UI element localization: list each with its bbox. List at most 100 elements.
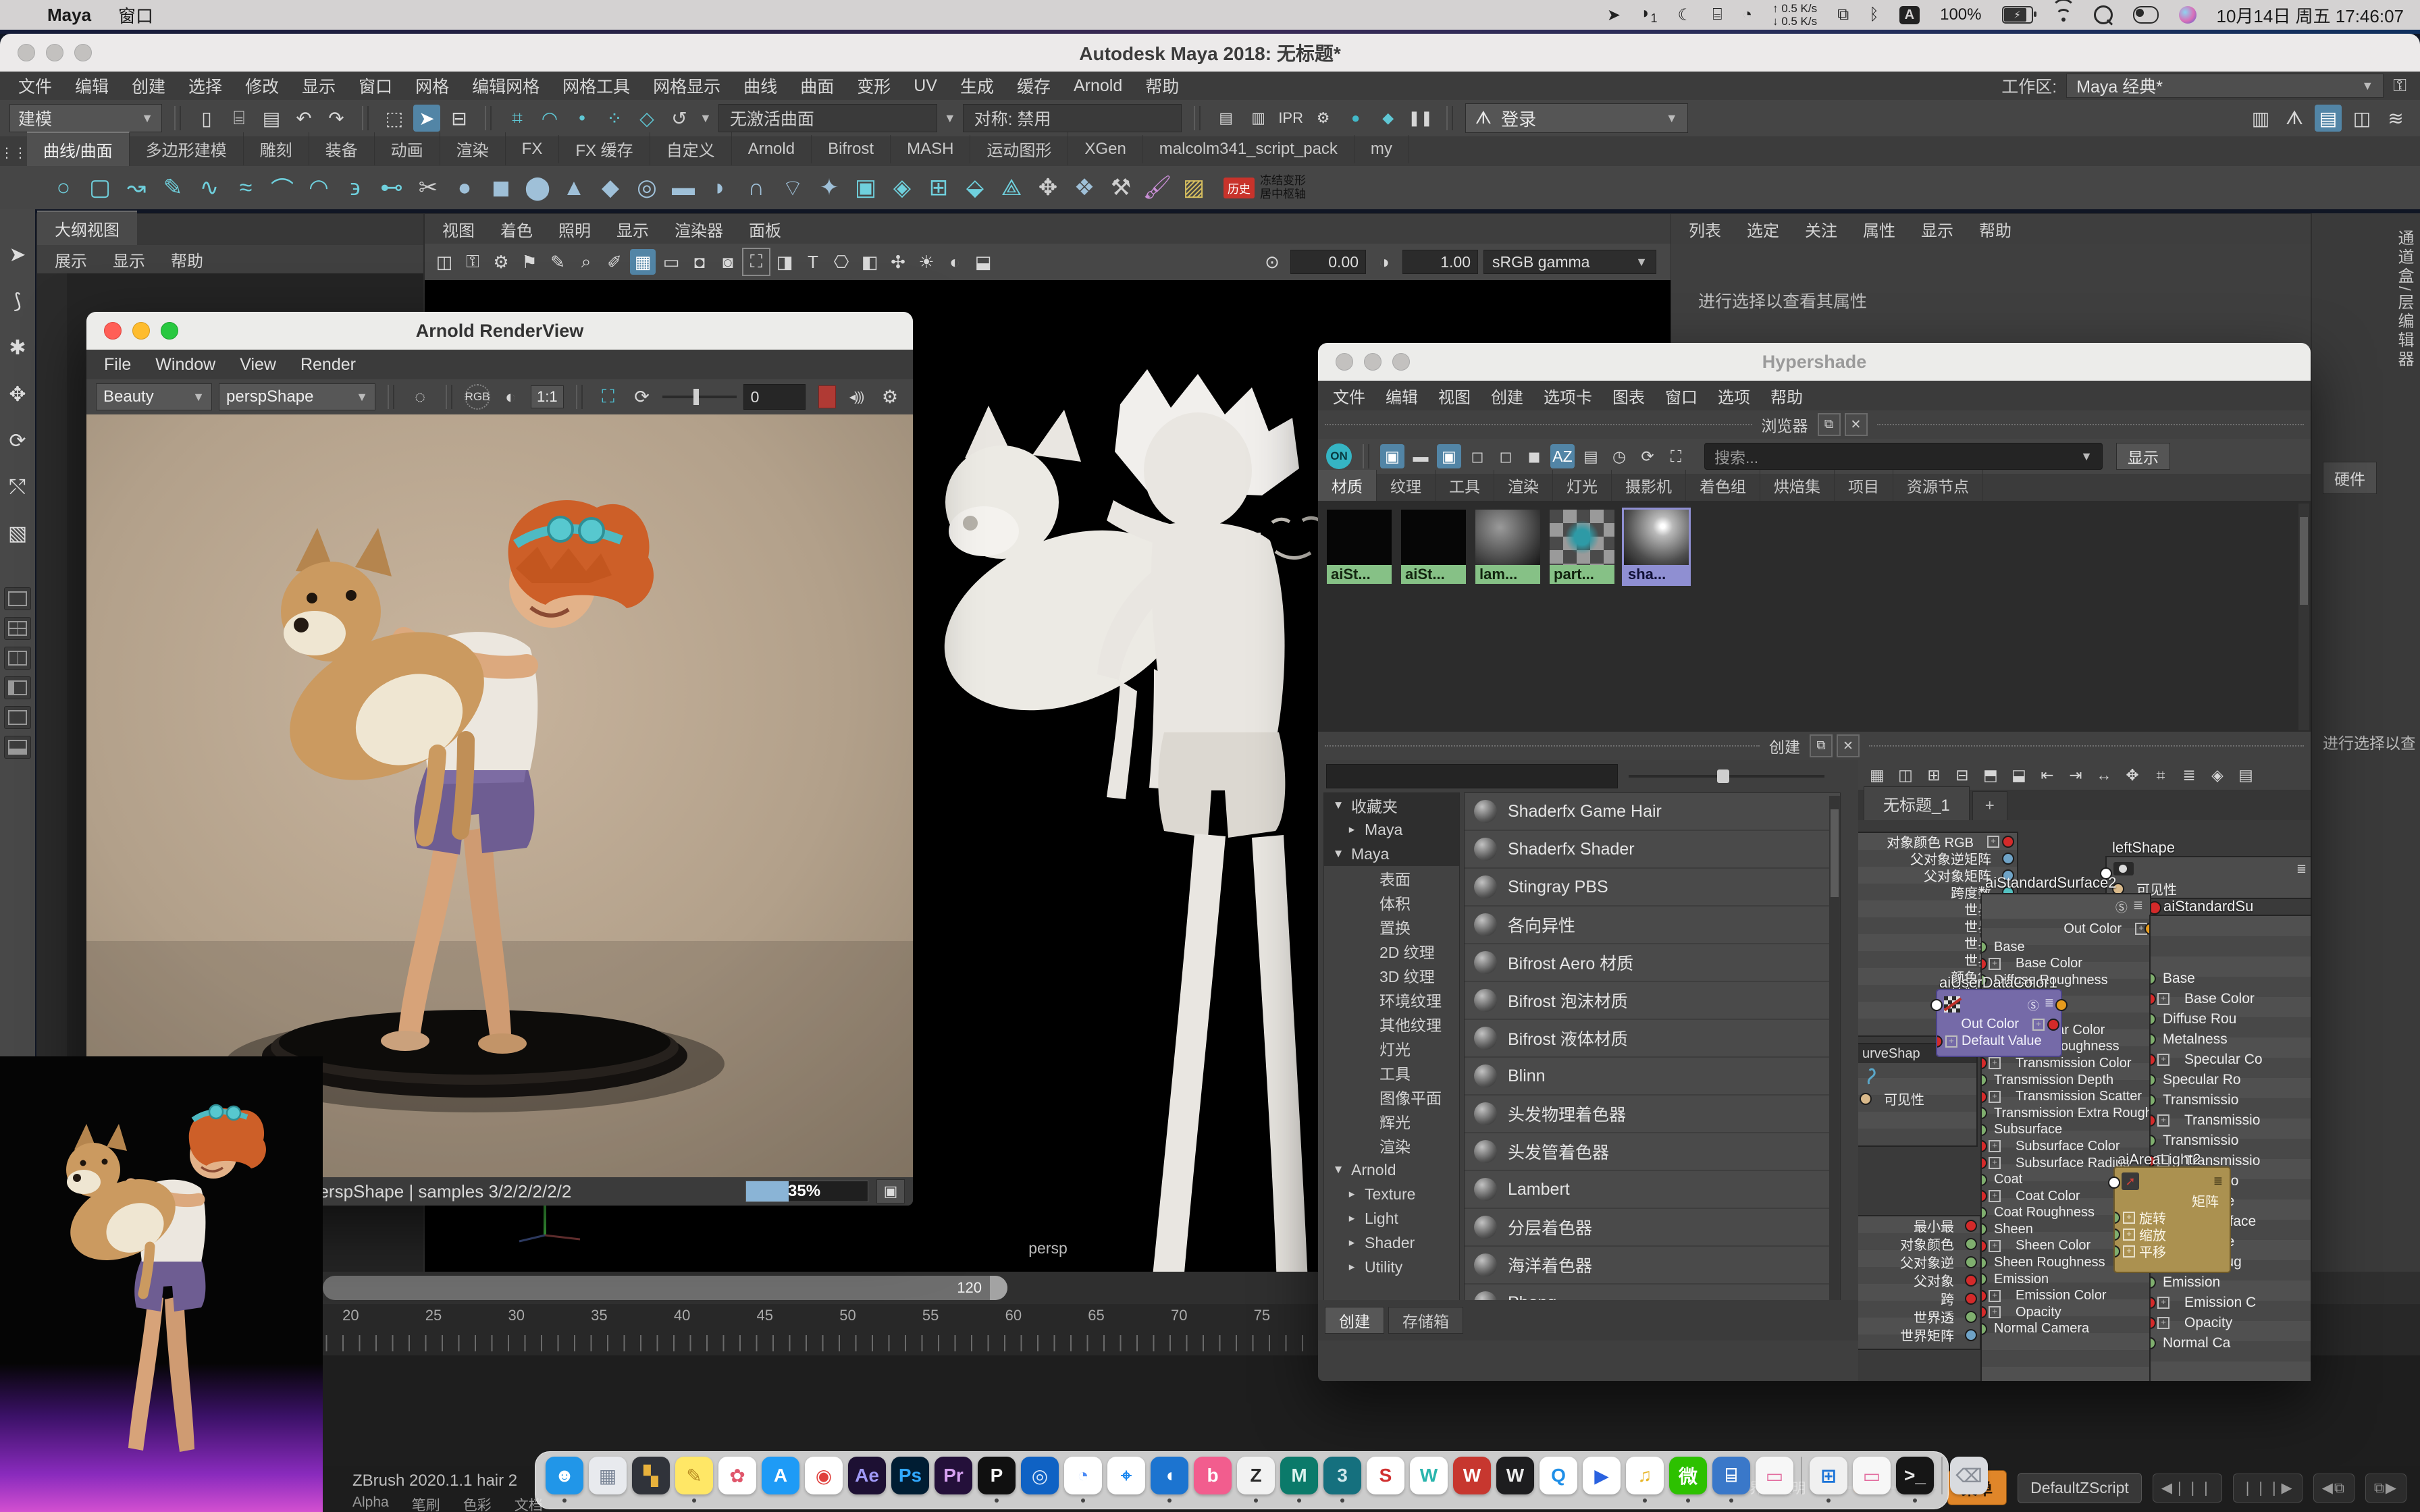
- zbrush-canvas[interactable]: [0, 1056, 323, 1512]
- dock-app-icon[interactable]: Z: [1237, 1457, 1275, 1494]
- dock-app-icon[interactable]: ✎: [675, 1457, 713, 1494]
- panel-toggle-icon[interactable]: ▤: [2315, 105, 2342, 132]
- attr-port[interactable]: [2002, 853, 2014, 865]
- dock-item[interactable]: ▦: [588, 1457, 627, 1504]
- create-tree-row[interactable]: 体积: [1324, 890, 1459, 915]
- dock-app-icon[interactable]: ◖: [1151, 1457, 1188, 1494]
- search-input[interactable]: 搜索...▼: [1704, 443, 2103, 470]
- viewport-menu-item[interactable]: 照明: [558, 217, 591, 241]
- browser-category-tab[interactable]: 材质: [1318, 470, 1377, 501]
- dock-item[interactable]: W: [1409, 1457, 1448, 1504]
- dock-app-icon[interactable]: Pr: [935, 1457, 972, 1494]
- shelf-tool-icon[interactable]: ⟁: [995, 171, 1028, 204]
- scrub-left-button[interactable]: ◀❘❘❘: [2153, 1474, 2222, 1503]
- create-tree-row[interactable]: 收藏夹: [1324, 793, 1459, 817]
- create-tree-row[interactable]: Maya: [1324, 842, 1459, 866]
- dock-item[interactable]: ⌖: [1107, 1457, 1146, 1504]
- shelf-labeled-tool[interactable]: 历史 冻结变形 居中枢轴: [1224, 174, 1306, 201]
- toolbox-tool-icon[interactable]: ✥: [9, 383, 26, 406]
- list-icon[interactable]: ≣: [2133, 898, 2143, 916]
- zbrush-menu-tab[interactable]: 笔刷: [412, 1494, 440, 1512]
- attribute-menu-item[interactable]: 帮助: [1979, 217, 2011, 241]
- render-tool-icon[interactable]: IPR: [1278, 105, 1305, 132]
- browser-filter-icon[interactable]: ◻: [1494, 444, 1518, 468]
- dock-app-icon[interactable]: ▦: [589, 1457, 627, 1494]
- page-forward-button[interactable]: ⧉▶: [2365, 1474, 2406, 1503]
- create-tree-row[interactable]: 3D 纹理: [1324, 963, 1459, 988]
- dock-item[interactable]: b: [1193, 1457, 1232, 1504]
- dock-app-icon[interactable]: [1801, 1457, 1802, 1494]
- maya-menu-item[interactable]: 文件: [7, 74, 63, 98]
- dock-app-icon[interactable]: ✿: [718, 1457, 756, 1494]
- node-editor-tool-icon[interactable]: ≣: [2177, 763, 2201, 787]
- dock-item[interactable]: S: [1366, 1457, 1405, 1504]
- create-node-item[interactable]: 分层着色器: [1465, 1209, 1840, 1247]
- dock-item[interactable]: ▭: [1755, 1457, 1794, 1504]
- dock-item[interactable]: 3: [1323, 1457, 1362, 1504]
- toolbox-tool-icon[interactable]: ▧: [8, 522, 27, 545]
- swatch-size-slider[interactable]: [1629, 775, 1824, 778]
- dock-app-icon[interactable]: 微: [1669, 1457, 1707, 1494]
- viewport-toggle-icon[interactable]: ✣: [885, 249, 911, 275]
- hypershade-menu-item[interactable]: 选项卡: [1544, 384, 1592, 408]
- rgb-channels-icon[interactable]: RGB: [465, 384, 490, 410]
- arnold-menu-item[interactable]: Window: [155, 355, 215, 375]
- shelf-tool-icon[interactable]: ▲: [558, 171, 590, 204]
- arnold-menu-item[interactable]: File: [104, 355, 131, 375]
- create-tree-row[interactable]: Arnold: [1324, 1158, 1459, 1182]
- selection-mask-icon[interactable]: ➤: [413, 105, 440, 132]
- shelf-tab[interactable]: 装备: [309, 132, 375, 165]
- refresh-render-icon[interactable]: ⟳: [629, 383, 656, 410]
- shelf-tool-icon[interactable]: ⊷: [375, 171, 408, 204]
- maya-title-bar[interactable]: Autodesk Maya 2018: 无标题*: [0, 34, 2420, 72]
- float-panel-icon[interactable]: ⧉: [1818, 413, 1841, 436]
- maya-menu-item[interactable]: 编辑: [63, 74, 120, 98]
- file-tool-icon[interactable]: ⌸: [226, 105, 253, 132]
- menu-set-select[interactable]: 建模▼: [9, 104, 162, 132]
- hypershade-menu-item[interactable]: 文件: [1333, 384, 1365, 408]
- viewport-toggle-icon[interactable]: ▭: [658, 249, 684, 275]
- viewport-menu-item[interactable]: 着色: [500, 217, 533, 241]
- shelf-tool-icon[interactable]: ◠: [302, 171, 335, 204]
- shelf-tab[interactable]: 自定义: [650, 132, 732, 165]
- node-editor-tool-icon[interactable]: ⊟: [1950, 763, 1974, 787]
- zscript-button[interactable]: DefaultZScript: [2018, 1473, 2142, 1503]
- out-color-port[interactable]: [2055, 999, 2068, 1011]
- shelf-tab[interactable]: XGen: [1068, 135, 1142, 163]
- browser-filter-icon[interactable]: ◼: [1522, 444, 1546, 468]
- shelf-menu-icon[interactable]: ⋮⋮: [0, 139, 27, 166]
- dock-item[interactable]: P: [977, 1457, 1016, 1504]
- dock-app-icon[interactable]: ♫: [1626, 1457, 1664, 1494]
- swatch-render-on-button[interactable]: ON: [1326, 443, 1352, 469]
- hypershade-menu-item[interactable]: 图表: [1612, 384, 1645, 408]
- attribute-menu-item[interactable]: 关注: [1805, 217, 1837, 241]
- dock-app-icon[interactable]: ⌸: [1712, 1457, 1750, 1494]
- dock-app-icon[interactable]: ⌖: [1107, 1457, 1145, 1494]
- dock-item[interactable]: Pr: [934, 1457, 973, 1504]
- create-node-item[interactable]: 头发管着色器: [1465, 1133, 1840, 1171]
- layout-hypershade-button[interactable]: [4, 736, 31, 759]
- create-tree-row[interactable]: 辉光: [1324, 1109, 1459, 1133]
- menubar-clock[interactable]: 10月14日 周五 17:46:07: [2217, 3, 2404, 28]
- stop-render-swatch[interactable]: [818, 385, 836, 408]
- shelf-tab[interactable]: Arnold: [732, 135, 812, 163]
- dock-app-icon[interactable]: W: [1496, 1457, 1534, 1494]
- dock-app-icon[interactable]: ▭: [1756, 1457, 1793, 1494]
- maya-menu-item[interactable]: 网格显示: [641, 74, 732, 98]
- viewport-toggle-icon[interactable]: ⚿: [460, 249, 485, 275]
- dock-item[interactable]: W: [1452, 1457, 1492, 1504]
- dock-app-icon[interactable]: W: [1410, 1457, 1448, 1494]
- material-swatch[interactable]: lam...: [1473, 508, 1542, 586]
- browser-category-tab[interactable]: 摄影机: [1612, 470, 1686, 501]
- surfacer-node[interactable]: + Base + Base Color: [2149, 915, 2311, 1381]
- gear-icon[interactable]: ⚙: [876, 383, 903, 410]
- shelf-tool-icon[interactable]: ◼: [485, 171, 517, 204]
- zoom-ratio-button[interactable]: 1:1: [531, 385, 564, 408]
- exposure-icon[interactable]: ⊙: [1259, 249, 1285, 275]
- toolbox-tool-icon[interactable]: ⟆: [14, 290, 22, 313]
- dock-app-icon[interactable]: ▭: [1853, 1457, 1891, 1494]
- range-handle[interactable]: [990, 1276, 1007, 1300]
- crop-region-icon[interactable]: ⛶: [595, 383, 622, 410]
- hypershade-menu-item[interactable]: 帮助: [1770, 384, 1803, 408]
- channel-box-tab[interactable]: 通道盒/层编辑器: [2392, 230, 2416, 369]
